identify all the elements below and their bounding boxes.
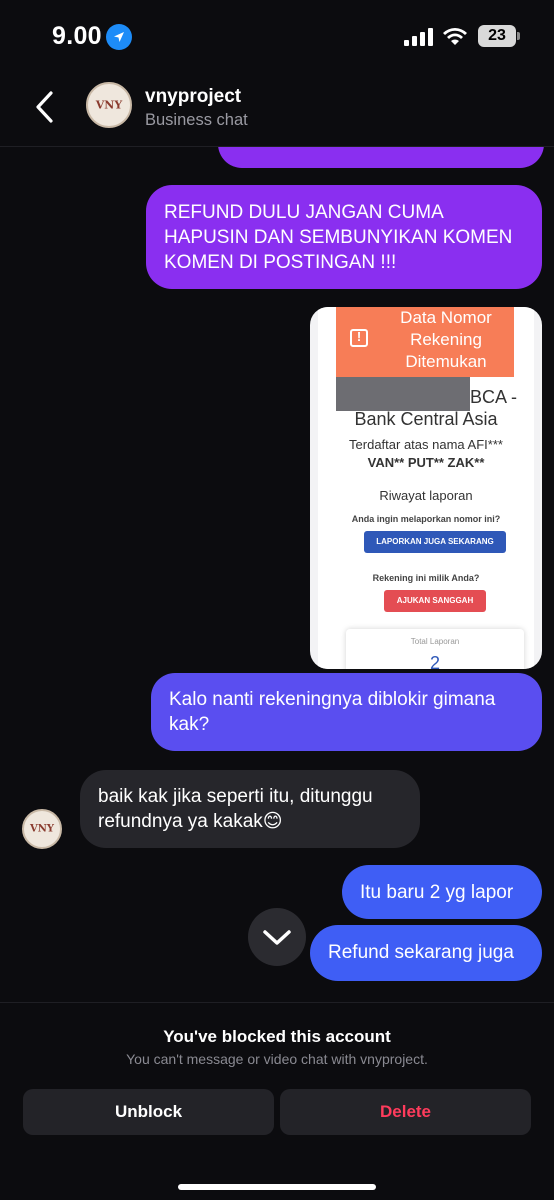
message-bubble-outgoing[interactable]: Refund sekarang juga (310, 925, 542, 981)
chat-header: VNY vnyproject Business chat (0, 72, 554, 147)
chevron-down-icon (263, 930, 291, 945)
status-time: 9.00 (52, 22, 102, 50)
registered-name: VAN** PUT** ZAK** (367, 455, 485, 470)
report-question: Anda ingin melaporkan nomor ini? (351, 514, 501, 524)
scroll-down-button[interactable] (248, 908, 306, 966)
report-button: LAPORKAN JUGA SEKARANG (364, 531, 506, 553)
profile-avatar[interactable]: VNY (86, 82, 132, 128)
alert-icon (350, 329, 368, 347)
alert-title: Data Nomor Rekening Ditemukan (400, 308, 492, 371)
message-bubble-outgoing[interactable]: Kalo nanti rekeningnya diblokir gimana k… (151, 673, 542, 751)
battery-icon: 23 (478, 25, 516, 47)
back-chevron-icon[interactable] (30, 90, 60, 124)
home-indicator[interactable] (178, 1184, 376, 1190)
history-label: Riwayat laporan (379, 488, 473, 503)
owner-question: Rekening ini milik Anda? (372, 573, 480, 583)
location-arrow-icon (106, 24, 132, 50)
total-report-value: 2 (429, 653, 440, 669)
blocked-panel: You've blocked this account You can't me… (0, 1002, 554, 1200)
dispute-button: AJUKAN SANGGAH (384, 590, 486, 612)
unblock-button[interactable]: Unblock (23, 1089, 274, 1135)
chat-subtitle: Business chat (145, 111, 248, 129)
status-bar: 9.00 23 (0, 0, 554, 72)
bank-short: BCA - (470, 387, 518, 407)
wifi-icon (443, 28, 467, 45)
redacted-block (336, 377, 470, 411)
total-report-label: Total Laporan (410, 637, 460, 646)
image-message[interactable]: Data Nomor Rekening Ditemukan BCA - Bank… (310, 307, 542, 669)
registered-label: Terdaftar atas nama AFI*** (349, 437, 503, 452)
bank-full: Bank Central Asia (354, 409, 498, 429)
message-bubble-outgoing[interactable]: Itu baru 2 yg lapor (342, 865, 542, 919)
blocked-subtitle: You can't message or video chat with vny… (126, 1051, 428, 1067)
alert-card: Data Nomor Rekening Ditemukan (336, 307, 514, 377)
message-bubble-outgoing[interactable]: REFUND DULU JANGAN CUMA HAPUSIN DAN SEMB… (146, 185, 542, 289)
chat-title[interactable]: vnyproject (145, 86, 241, 108)
message-bubble-incoming[interactable]: baik kak jika seperti itu, ditunggu refu… (80, 770, 420, 848)
sender-avatar[interactable]: VNY (22, 809, 62, 849)
screenshot-content: Data Nomor Rekening Ditemukan BCA - Bank… (318, 307, 534, 669)
battery-tip (517, 32, 520, 40)
delete-button[interactable]: Delete (280, 1089, 531, 1135)
blocked-title: You've blocked this account (163, 1027, 391, 1046)
total-report-card: Total Laporan 2 (346, 629, 524, 669)
cellular-signal-icon (404, 28, 433, 46)
